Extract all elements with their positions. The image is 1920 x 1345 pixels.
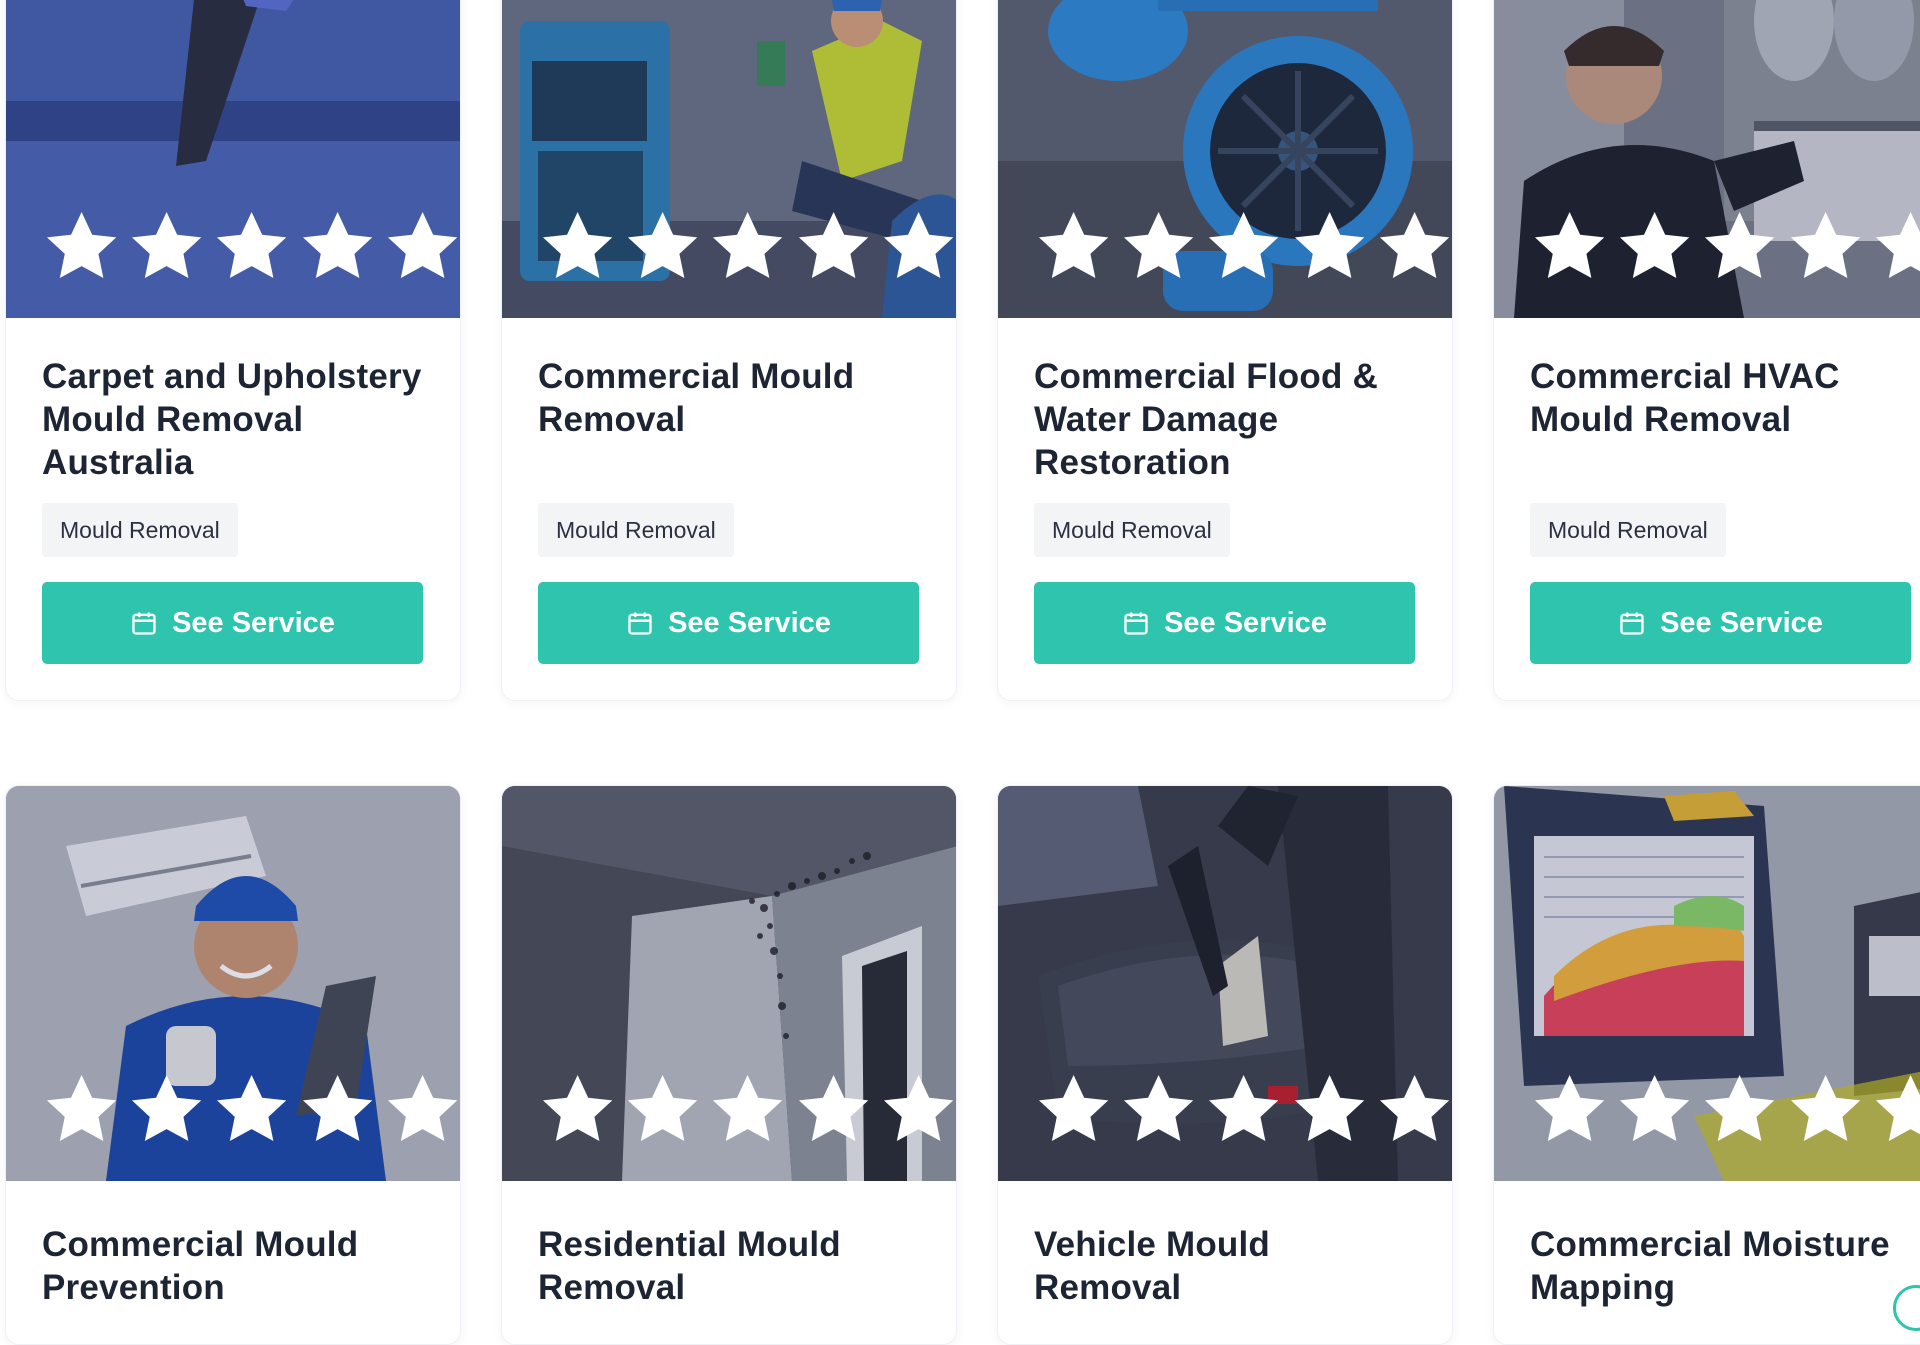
- service-card[interactable]: Commercial Mould Removal Mould Removal S…: [501, 0, 957, 701]
- rating-stars: [1530, 1070, 1920, 1149]
- service-image[interactable]: [1494, 0, 1920, 318]
- star-icon: [302, 1074, 372, 1141]
- see-service-label: See Service: [1164, 606, 1327, 639]
- star-icon: [1705, 211, 1775, 278]
- category-tag: Mould Removal: [538, 503, 734, 557]
- star-icon: [628, 211, 698, 278]
- see-service-label: See Service: [172, 606, 335, 639]
- service-card[interactable]: Commercial Flood & Water Damage Restorat…: [997, 0, 1453, 701]
- star-icon: [542, 211, 613, 278]
- service-image[interactable]: [998, 786, 1452, 1181]
- service-title[interactable]: Commercial Moisture Mapping: [1530, 1223, 1912, 1309]
- star-icon: [1294, 1074, 1364, 1141]
- star-icon: [1875, 211, 1920, 278]
- service-image[interactable]: [502, 786, 956, 1181]
- service-card[interactable]: Commercial HVAC Mould Removal Mould Remo…: [1493, 0, 1920, 701]
- star-icon: [798, 211, 868, 278]
- card-body: Carpet and Upholstery Mould Removal Aust…: [42, 355, 424, 484]
- service-title[interactable]: Commercial Flood & Water Damage Restorat…: [1034, 355, 1416, 484]
- star-icon: [713, 211, 783, 278]
- star-icon: [1705, 1074, 1775, 1141]
- star-icon: [387, 1074, 458, 1141]
- star-icon: [628, 1074, 698, 1141]
- service-card[interactable]: Commercial Mould Prevention: [5, 785, 461, 1345]
- services-grid: Carpet and Upholstery Mould Removal Aust…: [0, 0, 1920, 1345]
- see-service-label: See Service: [668, 606, 831, 639]
- star-icon: [883, 1074, 954, 1141]
- see-service-button[interactable]: See Service: [1034, 582, 1415, 664]
- star-icon: [1379, 211, 1450, 278]
- calendar-icon: [1620, 612, 1644, 635]
- star-icon: [1124, 1074, 1194, 1141]
- rating-stars: [1034, 1070, 1452, 1149]
- card-body: Commercial Mould Removal: [538, 355, 920, 441]
- see-service-button[interactable]: See Service: [1530, 582, 1911, 664]
- star-icon: [1294, 211, 1364, 278]
- card-body: Residential Mould Removal: [538, 1223, 920, 1309]
- star-icon: [1620, 1074, 1690, 1141]
- see-service-button[interactable]: See Service: [42, 582, 423, 664]
- star-icon: [1790, 1074, 1860, 1141]
- rating-stars: [538, 207, 956, 286]
- category-tag: Mould Removal: [1034, 503, 1230, 557]
- star-icon: [1379, 1074, 1450, 1141]
- star-icon: [1038, 1074, 1109, 1141]
- star-icon: [132, 211, 202, 278]
- star-icon: [302, 211, 372, 278]
- star-icon: [1209, 1074, 1279, 1141]
- rating-stars: [42, 207, 460, 286]
- service-image[interactable]: [998, 0, 1452, 318]
- service-image[interactable]: [1494, 786, 1920, 1181]
- star-icon: [46, 1074, 117, 1141]
- star-icon: [132, 1074, 202, 1141]
- service-image[interactable]: [6, 0, 460, 318]
- see-service-button[interactable]: See Service: [538, 582, 919, 664]
- star-icon: [542, 1074, 613, 1141]
- service-card[interactable]: Commercial Moisture Mapping: [1493, 785, 1920, 1345]
- card-body: Vehicle Mould Removal: [1034, 1223, 1416, 1309]
- service-title[interactable]: Commercial Mould Removal: [538, 355, 920, 441]
- card-body: Commercial Mould Prevention: [42, 1223, 424, 1309]
- category-tag: Mould Removal: [1530, 503, 1726, 557]
- service-title[interactable]: Vehicle Mould Removal: [1034, 1223, 1416, 1309]
- card-body: Commercial HVAC Mould Removal: [1530, 355, 1912, 441]
- star-icon: [217, 211, 287, 278]
- star-icon: [883, 211, 954, 278]
- star-icon: [46, 211, 117, 278]
- service-card[interactable]: Residential Mould Removal: [501, 785, 957, 1345]
- star-icon: [1038, 211, 1109, 278]
- service-title[interactable]: Commercial Mould Prevention: [42, 1223, 424, 1309]
- rating-stars: [1530, 207, 1920, 286]
- star-icon: [1790, 211, 1860, 278]
- star-icon: [1875, 1074, 1920, 1141]
- service-title[interactable]: Residential Mould Removal: [538, 1223, 920, 1309]
- star-icon: [387, 211, 458, 278]
- card-body: Commercial Flood & Water Damage Restorat…: [1034, 355, 1416, 484]
- service-card[interactable]: Carpet and Upholstery Mould Removal Aust…: [5, 0, 461, 701]
- star-icon: [1534, 1074, 1605, 1141]
- star-icon: [1209, 211, 1279, 278]
- star-icon: [1534, 211, 1605, 278]
- star-icon: [217, 1074, 287, 1141]
- rating-stars: [1034, 207, 1452, 286]
- rating-stars: [42, 1070, 460, 1149]
- service-image[interactable]: [6, 786, 460, 1181]
- star-icon: [713, 1074, 783, 1141]
- service-title[interactable]: Carpet and Upholstery Mould Removal Aust…: [42, 355, 424, 484]
- rating-stars: [538, 1070, 956, 1149]
- service-image[interactable]: [502, 0, 956, 318]
- star-icon: [1620, 211, 1690, 278]
- calendar-icon: [132, 612, 156, 635]
- category-tag: Mould Removal: [42, 503, 238, 557]
- see-service-label: See Service: [1660, 606, 1823, 639]
- service-card[interactable]: Vehicle Mould Removal: [997, 785, 1453, 1345]
- card-body: Commercial Moisture Mapping: [1530, 1223, 1912, 1309]
- star-icon: [798, 1074, 868, 1141]
- service-title[interactable]: Commercial HVAC Mould Removal: [1530, 355, 1912, 441]
- calendar-icon: [1124, 612, 1148, 635]
- calendar-icon: [628, 612, 652, 635]
- star-icon: [1124, 211, 1194, 278]
